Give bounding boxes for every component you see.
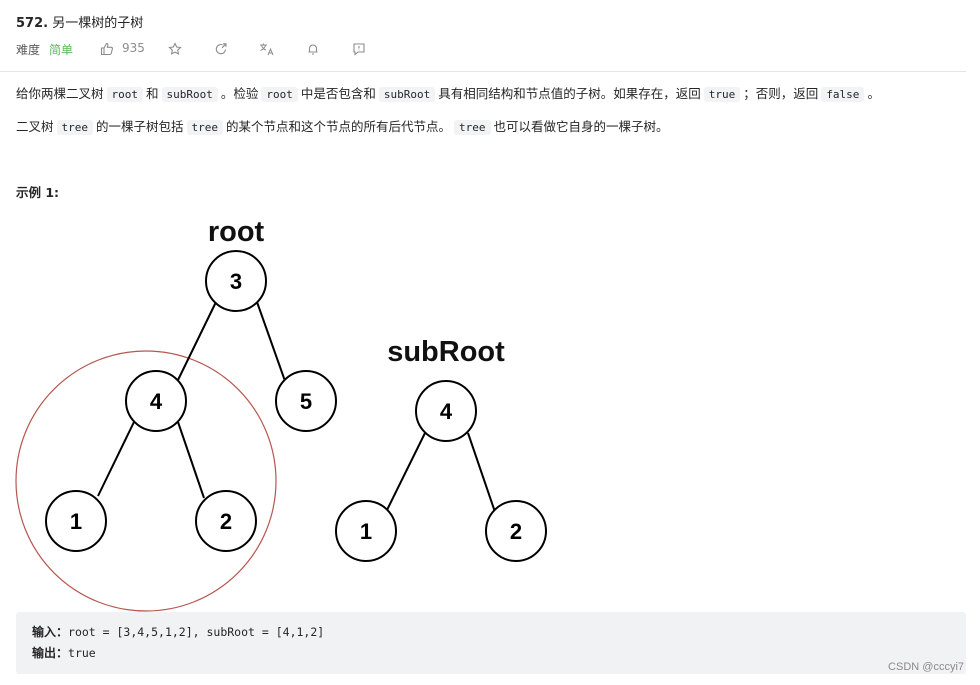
text: 中是否包含和 [300, 86, 376, 101]
description-paragraph-2: 二叉树 tree 的一棵子树包括 tree 的某个节点和这个节点的所有后代节点。 tree… [16, 117, 669, 138]
watermark: CSDN @cccyi7 [888, 661, 964, 673]
example-output: 输出：true [32, 643, 96, 663]
thumbs-up-icon[interactable] [98, 40, 116, 58]
node-label: 1 [70, 509, 82, 534]
edge [177, 421, 205, 499]
description-paragraph-1: 给你两棵二叉树 root 和 subRoot 。检验 root 中是否包含和 subRoot 具… [16, 84, 880, 105]
likes-count: 935 [122, 41, 145, 55]
node-label: 2 [220, 509, 232, 534]
example-input: 输入：root = [3,4,5,1,2], subRoot = [4,1,2] [32, 622, 324, 642]
bell-icon[interactable] [304, 40, 322, 58]
subroot-tree-edges [386, 432, 496, 513]
node-label: 5 [300, 389, 312, 414]
output-value: true [68, 646, 96, 660]
inline-code: true [703, 87, 741, 102]
edge [386, 432, 426, 511]
subroot-label: subRoot [387, 336, 505, 368]
input-value: root = [3,4,5,1,2], subRoot = [4,1,2] [68, 625, 325, 639]
edge [256, 301, 286, 382]
output-label: 输出： [32, 646, 69, 660]
tree-diagram: root subRoot 3 4 5 1 2 4 1 2 [15, 216, 547, 612]
share-icon[interactable] [212, 40, 230, 58]
problem-name: 另一棵树的子树 [52, 16, 144, 31]
edge [467, 432, 496, 513]
text: 的某个节点和这个节点的所有后代节点。 [226, 119, 452, 134]
inline-code: subRoot [378, 87, 436, 102]
edge [97, 421, 135, 497]
problem-title: 572. 另一棵树的子树 [16, 12, 143, 31]
text: 的一棵子树包括 [96, 119, 184, 134]
node-label: 1 [360, 519, 372, 544]
inline-code: tree [56, 120, 94, 135]
node-label: 4 [440, 399, 453, 424]
example-heading: 示例 1: [16, 185, 60, 200]
inline-code: false [821, 87, 865, 102]
inline-code: root [106, 87, 144, 102]
star-icon[interactable] [166, 40, 184, 58]
difficulty-label: 难度 [16, 42, 41, 57]
text: 给你两棵二叉树 [16, 86, 104, 101]
root-label: root [208, 216, 265, 248]
inline-code: tree [186, 120, 224, 135]
text: ；否则，返回 [743, 86, 819, 101]
feedback-icon[interactable] [350, 40, 368, 58]
text: 和 [146, 86, 159, 101]
text: 。 [867, 86, 880, 101]
header-divider [0, 71, 966, 72]
translate-icon[interactable] [258, 40, 276, 58]
inline-code: subRoot [161, 87, 218, 102]
node-label: 4 [150, 389, 163, 414]
problem-meta-bar: 难度 简单 935 [16, 40, 416, 58]
input-label: 输入： [32, 625, 69, 639]
problem-number: 572. [16, 16, 49, 31]
text: 也可以看做它自身的一棵子树。 [493, 119, 669, 134]
node-label: 2 [510, 519, 522, 544]
example-io-box: 输入：root = [3,4,5,1,2], subRoot = [4,1,2]… [16, 612, 966, 674]
difficulty-badge: 简单 [49, 42, 74, 57]
text: 。检验 [220, 86, 259, 101]
node-label: 3 [230, 269, 242, 294]
inline-code: root [261, 87, 298, 102]
text: 二叉树 [16, 119, 54, 134]
text: 具有相同结构和节点值的子树。如果存在，返回 [438, 86, 701, 101]
inline-code: tree [454, 120, 491, 135]
